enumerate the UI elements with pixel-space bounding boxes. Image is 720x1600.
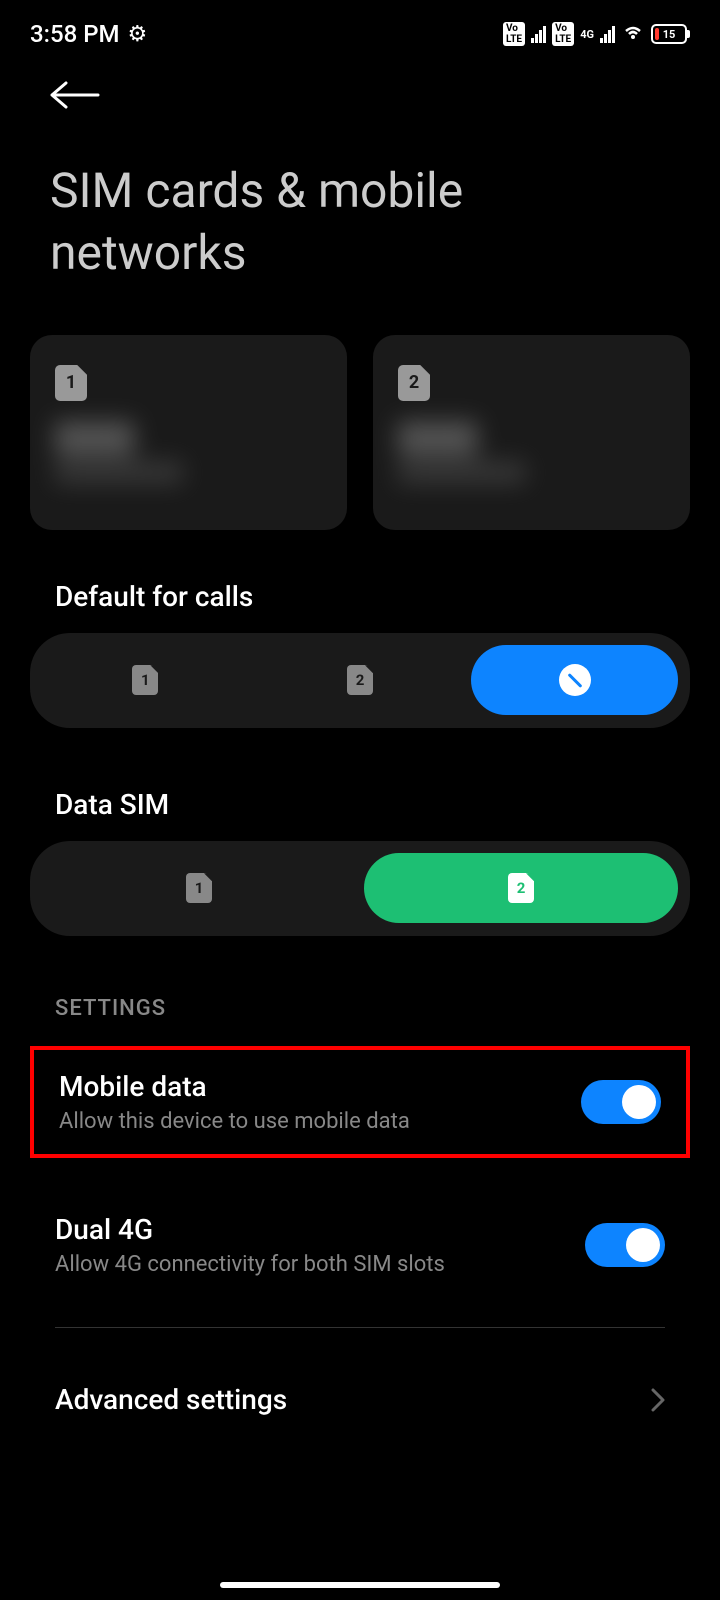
dual-4g-title: Dual 4G: [55, 1213, 585, 1246]
sim-small-icon-data-1: 1: [186, 873, 212, 903]
sim-1-icon: 1: [55, 365, 87, 401]
calls-option-sim2[interactable]: 2: [257, 645, 464, 715]
settings-header: SETTINGS: [0, 996, 720, 1046]
header: SIM cards & mobile networks: [0, 60, 720, 295]
toggle-knob: [626, 1228, 660, 1262]
advanced-settings-row[interactable]: Advanced settings: [0, 1358, 720, 1447]
mobile-data-info: Mobile data Allow this device to use mob…: [59, 1070, 581, 1134]
status-left: 3:58 PM ⚙: [30, 20, 147, 48]
sim-small-icon-data-2: 2: [508, 873, 534, 903]
mobile-data-row[interactable]: Mobile data Allow this device to use mob…: [30, 1046, 690, 1158]
data-option-sim2[interactable]: 2: [364, 853, 678, 923]
volte-icon-2: VoLTE: [552, 22, 574, 46]
divider: [55, 1327, 665, 1328]
data-sim-label: Data SIM: [0, 768, 720, 841]
status-bar: 3:58 PM ⚙ VoLTE VoLTE 4G: [0, 0, 720, 60]
volte-icon-1: VoLTE: [503, 22, 525, 46]
sim-small-icon-2: 2: [347, 665, 373, 695]
dual-4g-toggle[interactable]: [585, 1223, 665, 1267]
mobile-data-title: Mobile data: [59, 1070, 581, 1103]
mobile-data-subtitle: Allow this device to use mobile data: [59, 1109, 581, 1134]
back-button[interactable]: [50, 80, 100, 110]
signal-bars-2: [600, 25, 615, 43]
sim-2-info-blurred: ████ ██████████: [398, 421, 665, 483]
calls-option-sim1[interactable]: 1: [42, 645, 249, 715]
wifi-icon: [621, 21, 645, 47]
net-4g-label: 4G: [580, 28, 594, 41]
toggle-knob: [622, 1085, 656, 1119]
status-time: 3:58 PM: [30, 20, 120, 48]
mobile-data-toggle[interactable]: [581, 1080, 661, 1124]
signal-bars-1: [531, 25, 546, 43]
dual-4g-row[interactable]: Dual 4G Allow 4G connectivity for both S…: [0, 1193, 720, 1297]
default-calls-label: Default for calls: [0, 560, 720, 633]
dual-4g-subtitle: Allow 4G connectivity for both SIM slots: [55, 1252, 585, 1277]
default-calls-selector: 1 2: [30, 633, 690, 728]
status-right: VoLTE VoLTE 4G 15: [503, 21, 690, 47]
sim-cards-container: 1 ████ ██████████ 2 ████ ██████████: [0, 295, 720, 560]
sim-card-2[interactable]: 2 ████ ██████████: [373, 335, 690, 530]
battery-level: 15: [663, 28, 676, 41]
data-option-sim1[interactable]: 1: [42, 853, 356, 923]
battery-icon: 15: [651, 24, 690, 44]
gear-icon: ⚙: [128, 22, 148, 47]
dual-4g-info: Dual 4G Allow 4G connectivity for both S…: [55, 1213, 585, 1277]
calls-option-ask[interactable]: [471, 645, 678, 715]
sim-2-icon: 2: [398, 365, 430, 401]
data-sim-selector: 1 2: [30, 841, 690, 936]
advanced-settings-title: Advanced settings: [55, 1383, 287, 1416]
home-indicator[interactable]: [220, 1582, 500, 1588]
page-title: SIM cards & mobile networks: [50, 160, 670, 285]
chevron-right-icon: [651, 1386, 665, 1419]
block-icon: [559, 664, 591, 696]
sim-small-icon-1: 1: [132, 665, 158, 695]
sim-1-info-blurred: ████ ██████████: [55, 421, 322, 483]
sim-card-1[interactable]: 1 ████ ██████████: [30, 335, 347, 530]
